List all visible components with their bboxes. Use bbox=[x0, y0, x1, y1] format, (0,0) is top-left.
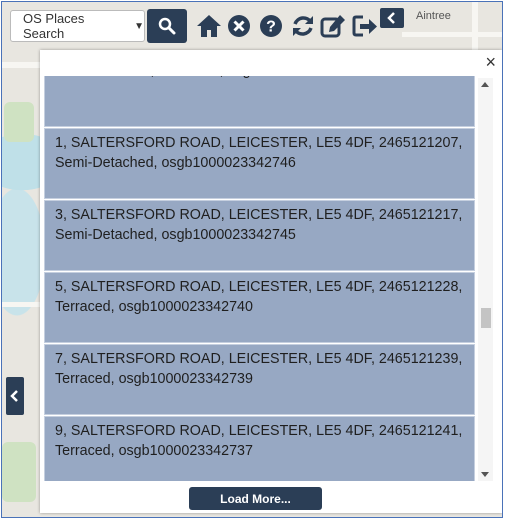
close-panel-button[interactable]: × bbox=[485, 53, 496, 71]
result-item[interactable]: 5, SALTERSFORD ROAD, LEICESTER, LE5 4DF,… bbox=[44, 272, 475, 343]
home-button[interactable] bbox=[196, 12, 222, 40]
svg-text:?: ? bbox=[266, 19, 276, 36]
chevron-left-icon bbox=[387, 12, 395, 24]
map-label-aintree: Aintree bbox=[416, 10, 451, 22]
map-road bbox=[402, 32, 502, 37]
result-item[interactable]: 7, SALTERSFORD ROAD, LEICESTER, LE5 4DF,… bbox=[44, 344, 475, 415]
expand-sidebar-button[interactable] bbox=[6, 377, 24, 415]
scroll-down-arrow-icon[interactable] bbox=[481, 472, 489, 477]
logout-icon bbox=[352, 15, 377, 37]
map-road bbox=[2, 302, 42, 307]
result-item[interactable]: 9, SALTERSFORD ROAD, LEICESTER, LE5 4DF,… bbox=[44, 416, 475, 481]
search-button[interactable] bbox=[147, 9, 187, 43]
search-icon bbox=[158, 17, 176, 35]
logout-button[interactable] bbox=[352, 12, 378, 40]
chevron-down-icon: ▼ bbox=[134, 20, 144, 32]
results-scrollbar[interactable] bbox=[478, 78, 493, 481]
refresh-icon bbox=[293, 16, 313, 36]
collapse-toolbar-button[interactable] bbox=[380, 8, 404, 28]
edit-button[interactable] bbox=[320, 12, 346, 40]
clear-button[interactable] bbox=[226, 12, 252, 40]
map-park bbox=[2, 442, 36, 502]
search-results-panel: × 100030924186, Detached, osgb1000026653… bbox=[40, 50, 502, 513]
search-type-dropdown[interactable]: OS Places Search ▼ bbox=[10, 10, 145, 42]
results-scroll-content: 100030924186, Detached, osgb100002665339… bbox=[44, 76, 475, 481]
help-button[interactable]: ? bbox=[258, 12, 284, 40]
chevron-left-icon bbox=[10, 390, 18, 402]
search-type-label: OS Places Search bbox=[23, 11, 85, 41]
home-icon bbox=[197, 15, 221, 37]
result-item[interactable]: 1, SALTERSFORD ROAD, LEICESTER, LE5 4DF,… bbox=[44, 128, 475, 199]
help-icon: ? bbox=[260, 15, 282, 37]
map-park bbox=[4, 102, 34, 142]
result-item[interactable]: 100030924186, Detached, osgb100002665339… bbox=[44, 76, 475, 127]
edit-icon bbox=[320, 15, 345, 38]
scroll-up-arrow-icon[interactable] bbox=[481, 82, 489, 87]
load-more-button[interactable]: Load More... bbox=[189, 487, 322, 510]
app-frame: Aintree OS Places Search ▼ ? × 1, SALTER… bbox=[1, 1, 503, 518]
refresh-button[interactable] bbox=[290, 12, 316, 40]
result-item[interactable]: 3, SALTERSFORD ROAD, LEICESTER, LE5 4DF,… bbox=[44, 200, 475, 271]
close-circle-icon bbox=[228, 15, 250, 37]
results-list[interactable]: 100030924186, Detached, osgb100002665339… bbox=[44, 76, 475, 481]
scrollbar-thumb[interactable] bbox=[481, 308, 491, 328]
map-road bbox=[2, 62, 42, 68]
